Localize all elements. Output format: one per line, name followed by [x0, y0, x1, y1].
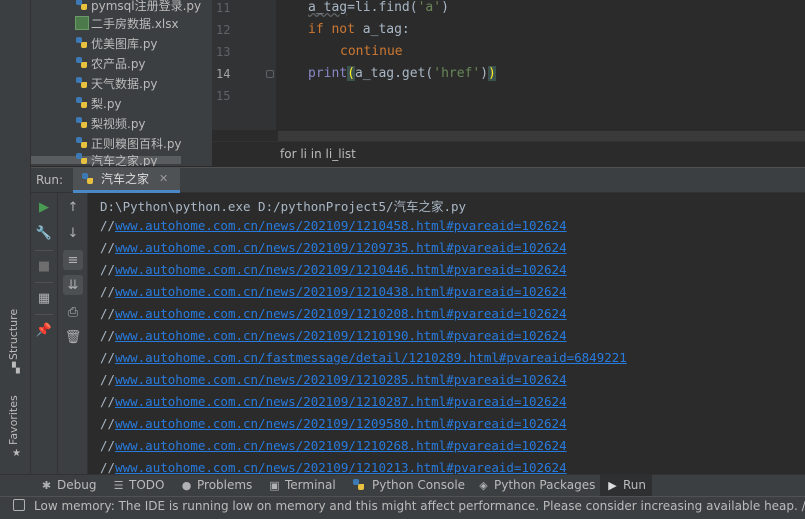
console-link[interactable]: www.autohome.com.cn/news/202109/1210438.…	[115, 284, 567, 299]
code-editor[interactable]	[276, 0, 805, 130]
tool-tab-run[interactable]: ▶ Run	[600, 474, 653, 496]
code-line-12: if not a_tag:	[308, 22, 410, 37]
tool-tab-problems[interactable]: ● Problems	[174, 474, 258, 496]
tree-item[interactable]: 农产品.py	[75, 53, 146, 73]
tool-tab-python-console[interactable]: Python Console	[346, 474, 471, 496]
tool-tab-debug[interactable]: ✱ Debug	[34, 474, 102, 496]
tree-item[interactable]: 二手房数据.xlsx	[75, 13, 179, 33]
tree-item[interactable]: 天气数据.py	[75, 73, 158, 93]
code-line-14: print(a_tag.get('href'))	[308, 66, 496, 81]
trash-icon[interactable]: 🗑	[63, 327, 83, 347]
console-link[interactable]: www.autohome.com.cn/news/202109/1210190.…	[115, 328, 567, 343]
tree-item[interactable]: 梨视频.py	[75, 113, 146, 133]
tree-item[interactable]: 优美图库.py	[75, 33, 158, 53]
tree-item[interactable]: 汽车之家.py	[75, 152, 158, 166]
console-line: //www.autohome.com.cn/news/202109/121019…	[100, 328, 567, 343]
console-link[interactable]: www.autohome.com.cn/news/202109/1210446.…	[115, 262, 567, 277]
line-number: 12	[216, 23, 231, 37]
python-file-icon	[75, 76, 89, 90]
python-file-icon	[75, 136, 89, 150]
python-file-icon	[75, 56, 89, 70]
console-link[interactable]: www.autohome.com.cn/news/202109/1209735.…	[115, 240, 567, 255]
line-number: 11	[216, 1, 231, 15]
toolbar-divider	[35, 314, 53, 315]
breadcrumb[interactable]: for li in li_list	[280, 147, 356, 161]
code-line-11: a_tag=li.find('a')	[308, 0, 449, 15]
console-line: //www.autohome.com.cn/news/202109/121020…	[100, 306, 567, 321]
terminal-icon: ▣	[269, 478, 280, 492]
console-line: //www.autohome.com.cn/news/202109/121028…	[100, 372, 567, 387]
tool-tab-todo[interactable]: ☰ TODO	[106, 474, 170, 496]
console-line: //www.autohome.com.cn/news/202109/121026…	[100, 438, 567, 453]
console-link[interactable]: www.autohome.com.cn/news/202109/1210287.…	[115, 394, 567, 409]
structure-tab[interactable]: Structure	[7, 309, 20, 360]
code-line-13: continue	[340, 44, 403, 59]
tree-item[interactable]: 梨.py	[75, 93, 122, 113]
list-icon: ☰	[113, 478, 124, 492]
console-line: //www.autohome.com.cn/fastmessage/detail…	[100, 350, 627, 365]
python-file-icon	[75, 116, 89, 130]
python-file-icon	[75, 152, 89, 166]
console-line: //www.autohome.com.cn/news/202109/120973…	[100, 240, 567, 255]
console-link[interactable]: www.autohome.com.cn/news/202109/1210208.…	[115, 306, 567, 321]
bug-icon: ✱	[41, 478, 52, 492]
stop-icon[interactable]: ■	[34, 256, 54, 276]
python-file-icon	[75, 36, 89, 50]
python-icon	[352, 478, 366, 492]
toolbar-divider	[35, 282, 53, 283]
layers-icon: ◈	[479, 478, 488, 492]
console-line: //www.autohome.com.cn/news/202109/120958…	[100, 416, 567, 431]
rerun-icon[interactable]: ▶	[34, 197, 54, 217]
layout-icon[interactable]: ▦	[34, 288, 54, 308]
arrow-up-icon[interactable]: ↑	[63, 197, 83, 217]
run-tab-label: 汽车之家	[101, 172, 150, 186]
close-icon[interactable]: ✕	[159, 172, 168, 185]
python-icon	[81, 172, 95, 186]
play-icon: ▶	[608, 478, 617, 492]
line-number: 14	[216, 67, 231, 81]
soft-wrap-icon[interactable]: ≡	[63, 250, 83, 270]
console-command-line: D:\Python\python.exe D:/pythonProject5/汽…	[100, 199, 467, 214]
console-line: //www.autohome.com.cn/news/202109/121021…	[100, 460, 567, 474]
line-number: 13	[216, 45, 231, 59]
console-link[interactable]: www.autohome.com.cn/news/202109/1209580.…	[115, 416, 567, 431]
python-file-icon	[75, 96, 89, 110]
fold-marker-icon[interactable]	[266, 70, 274, 78]
pin-icon[interactable]: 📌	[34, 320, 54, 340]
warning-icon: ●	[181, 478, 192, 492]
console-line: //www.autohome.com.cn/news/202109/121044…	[100, 262, 567, 277]
console-link[interactable]: www.autohome.com.cn/news/202109/1210213.…	[115, 460, 567, 474]
console-link[interactable]: www.autohome.com.cn/news/202109/1210285.…	[115, 372, 567, 387]
console-link[interactable]: www.autohome.com.cn/news/202109/1210458.…	[115, 218, 567, 233]
status-message[interactable]: Low memory: The IDE is running low on me…	[34, 499, 805, 513]
editor-gutter	[212, 0, 276, 130]
editor-horizontal-scrollbar[interactable]	[278, 131, 805, 141]
python-file-icon	[75, 0, 89, 12]
console-line: //www.autohome.com.cn/news/202109/121045…	[100, 218, 567, 233]
tool-tab-python-packages[interactable]: ◈ Python Packages	[471, 474, 601, 496]
tool-tab-terminal[interactable]: ▣ Terminal	[262, 474, 342, 496]
toolbar-divider	[35, 250, 53, 251]
line-number: 15	[216, 89, 231, 103]
structure-icon: ▚	[12, 363, 20, 374]
print-icon[interactable]: ⎙	[63, 302, 83, 322]
run-config-tab[interactable]: 汽车之家 ✕	[73, 167, 181, 193]
console-link[interactable]: www.autohome.com.cn/news/202109/1210268.…	[115, 438, 567, 453]
console-line: //www.autohome.com.cn/news/202109/121028…	[100, 394, 567, 409]
arrow-down-icon[interactable]: ↓	[63, 223, 83, 243]
star-icon: ★	[12, 448, 21, 459]
scroll-to-end-icon[interactable]: ⇊	[63, 275, 83, 295]
favorites-tab[interactable]: Favorites	[7, 395, 20, 445]
wrench-icon[interactable]: 🔧	[34, 223, 54, 243]
console-line: //www.autohome.com.cn/news/202109/121043…	[100, 284, 567, 299]
tree-item[interactable]: 正则糗图百科.py	[75, 133, 182, 153]
run-label: Run:	[36, 173, 64, 187]
excel-file-icon	[75, 16, 89, 30]
console-link[interactable]: www.autohome.com.cn/fastmessage/detail/1…	[115, 350, 627, 365]
status-toggle-icon[interactable]	[13, 499, 25, 511]
